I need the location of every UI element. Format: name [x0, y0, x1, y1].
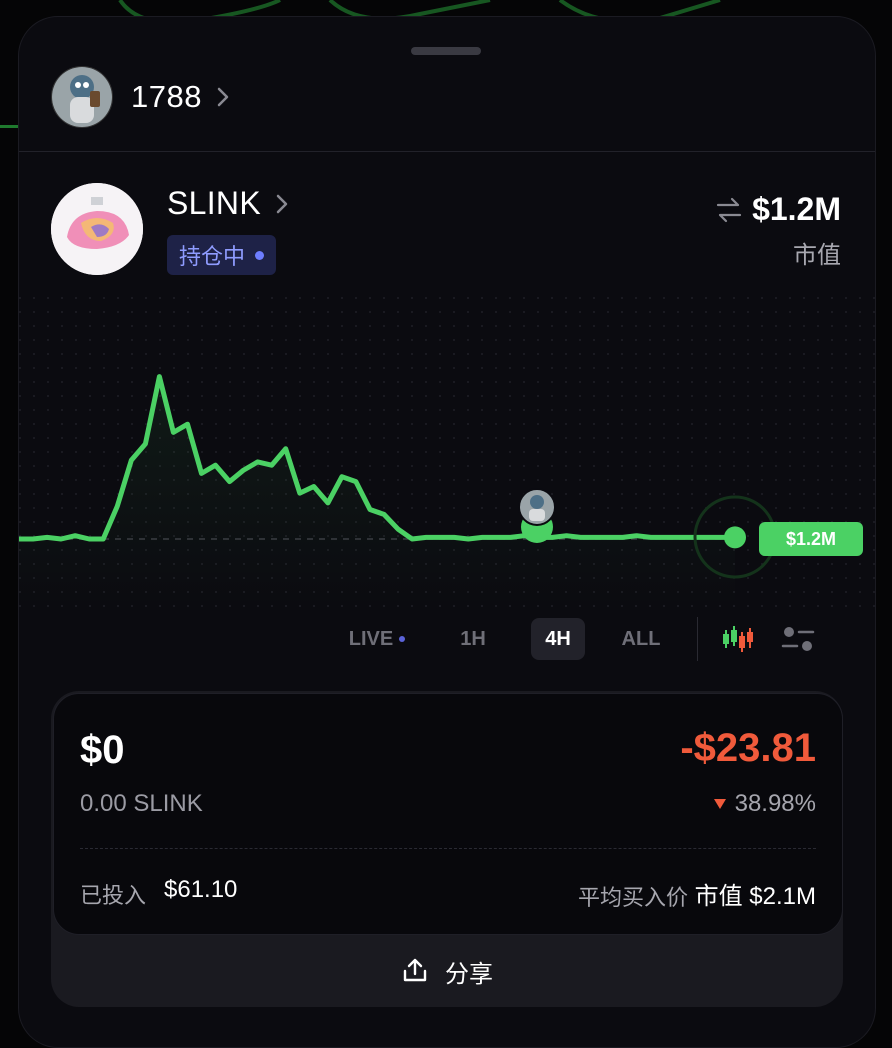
user-name: 1788 — [131, 79, 202, 114]
price-chart[interactable] — [19, 297, 875, 607]
share-label: 分享 — [445, 960, 493, 988]
candlestick-icon — [723, 626, 753, 652]
sliders-icon — [781, 627, 815, 651]
position-card: $0 0.00 SLINK -$23.81 38.98% 已投入 $61.10 … — [53, 693, 843, 935]
position-value: $0 — [80, 728, 125, 772]
swap-arrows-icon — [716, 197, 742, 222]
tab-1h[interactable]: 1H — [437, 618, 509, 660]
invested-value: $61.10 — [164, 876, 238, 903]
tabs-separator — [697, 617, 698, 661]
share-button[interactable]: 分享 — [51, 935, 843, 1007]
tab-live[interactable]: LIVE — [335, 618, 419, 660]
chart-settings-button[interactable] — [776, 617, 820, 661]
status-dot-icon — [255, 250, 265, 260]
current-price-label: $1.2M — [759, 522, 863, 556]
user-avatar — [51, 66, 113, 128]
avg-price-value: 市值 $2.1M — [694, 883, 816, 910]
token-detail-sheet: 1788 SLINK 持仓中 $1.2M 市值 $1.2M LIVE 1H 4H… — [18, 16, 876, 1048]
candlestick-chart-button[interactable] — [716, 617, 760, 661]
holding-status-label: 持仓中 — [179, 244, 246, 269]
triangle-down-icon — [713, 799, 726, 809]
user-profile-link[interactable]: 1788 — [51, 65, 232, 129]
position-token-amount: 0.00 SLINK — [80, 790, 203, 817]
token-name-link[interactable]: SLINK — [167, 185, 291, 222]
buy-marker[interactable] — [518, 488, 556, 543]
sheet-grabber[interactable] — [411, 47, 481, 55]
share-icon — [403, 958, 427, 982]
market-cap-value: $1.2M — [752, 191, 841, 227]
pnl-percent-value: 38.98% — [734, 790, 816, 817]
token-logo — [51, 183, 143, 275]
chevron-right-icon — [276, 194, 288, 213]
tab-live-label: LIVE — [348, 627, 394, 650]
pnl-value: -$23.81 — [680, 726, 816, 770]
invested-label: 已投入 — [80, 883, 147, 908]
tab-all[interactable]: ALL — [613, 618, 669, 660]
card-divider — [80, 848, 816, 849]
avg-price-label: 平均买入价 — [577, 885, 688, 910]
token-symbol: SLINK — [167, 185, 261, 221]
pnl-percent: 38.98% — [713, 790, 816, 818]
current-price-dot — [724, 526, 746, 549]
holding-status-badge: 持仓中 — [167, 235, 277, 275]
market-cap-label: 市值 — [793, 242, 841, 269]
live-dot-icon — [399, 636, 406, 642]
header-divider — [19, 151, 875, 152]
market-cap-toggle[interactable]: $1.2M — [714, 191, 841, 228]
chevron-right-icon — [217, 87, 229, 107]
time-range-tabs: LIVE 1H 4H ALL — [335, 617, 820, 661]
tab-4h[interactable]: 4H — [531, 618, 585, 660]
